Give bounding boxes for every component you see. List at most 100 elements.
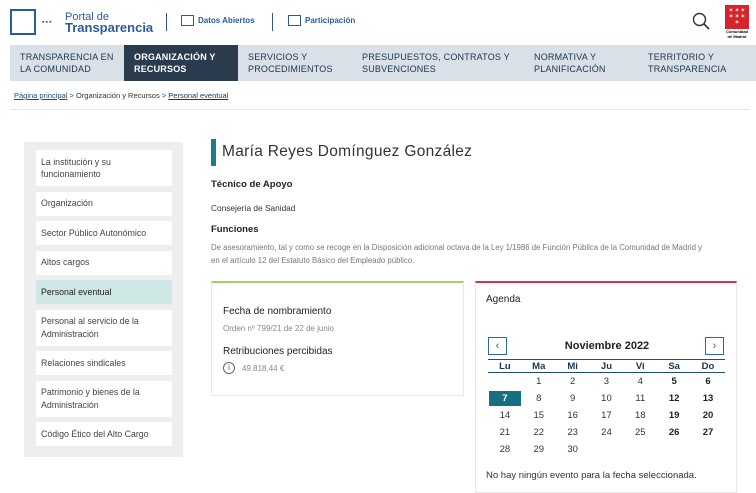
calendar-day[interactable]: 9: [556, 390, 590, 407]
calendar-day[interactable]: 18: [623, 407, 657, 424]
appointment-card: Fecha de nombramiento Orden nº 799/21 de…: [211, 281, 464, 396]
calendar-weekday: Sa: [668, 361, 680, 372]
calendar-day[interactable]: 8: [522, 390, 556, 407]
calendar-day[interactable]: 30: [556, 441, 590, 458]
calendar-weekday: Ma: [532, 361, 546, 372]
calendar-day[interactable]: 4: [623, 373, 657, 390]
calendar-day[interactable]: 12: [657, 390, 691, 407]
sidebar: La institución y su funcionamiento Organ…: [24, 142, 183, 457]
calendar-day[interactable]: 7: [489, 391, 521, 406]
portal-title[interactable]: Transparencia: [65, 20, 153, 35]
calendar-day[interactable]: 1: [522, 373, 556, 390]
breadcrumb: Página principal > Organización y Recurs…: [14, 91, 228, 100]
chat-icon: [288, 15, 301, 26]
sidebar-item-relaciones-sindicales[interactable]: Relaciones sindicales: [36, 351, 172, 375]
sidebar-item-altos-cargos[interactable]: Altos cargos: [36, 250, 172, 275]
agenda-card: Agenda ‹ Noviembre 2022 › Lu Ma Mi Ju Vi Sa Do…: [475, 281, 737, 493]
department-text: Consejería de Sanidad: [211, 203, 296, 213]
retribuciones-heading: Retribuciones percibidas: [223, 346, 333, 357]
calendar-day[interactable]: 10: [590, 390, 624, 407]
calendar-day[interactable]: 11: [623, 390, 657, 407]
sidebar-item-personal-servicio[interactable]: Personal al servicio de la Administració…: [36, 309, 172, 346]
agenda-heading: Agenda: [486, 294, 521, 305]
comunidad-madrid-logo[interactable]: ✶ ✶ ✶ ✶ ✶ ✶ ✶ Comunidad de Madrid: [724, 5, 750, 40]
sidebar-item-personal-eventual[interactable]: Personal eventual: [36, 280, 172, 304]
participacion-label: Participación: [305, 16, 356, 25]
no-events-message: No hay ningún evento para la fecha selec…: [486, 470, 697, 481]
breadcrumb-middle[interactable]: Organización y Recursos: [76, 91, 160, 100]
role-heading: Técnico de Apoyo: [211, 179, 293, 190]
calendar-day[interactable]: 2: [556, 373, 590, 390]
nav-territorio[interactable]: TERRITORIO Y TRANSPARENCIA: [638, 45, 756, 81]
calendar-day[interactable]: 28: [488, 441, 522, 458]
calendar-empty-cell: [657, 441, 691, 458]
calendar-day[interactable]: 29: [522, 441, 556, 458]
retribuciones-value: 49.818,44 €: [242, 364, 285, 373]
breadcrumb-sep: >: [159, 91, 169, 100]
top-header: ▪▪▪ Portal de Transparencia Datos Abiert…: [0, 0, 756, 45]
calendar-weekday: Lu: [499, 361, 511, 372]
calendar-day[interactable]: 16: [556, 407, 590, 424]
calendar-day[interactable]: 13: [691, 390, 725, 407]
calendar-week-row: 14 15 16 17 18 19 20: [488, 407, 725, 424]
title-accent-bar: [211, 139, 216, 166]
calendar-next-button[interactable]: ›: [705, 337, 724, 355]
functions-text: De asesoramiento, tal y como se recoge e…: [211, 243, 703, 265]
sidebar-item-codigo-etico[interactable]: Código Ético del Alto Cargo: [36, 422, 172, 446]
fecha-heading: Fecha de nombramiento: [223, 306, 332, 317]
calendar-day[interactable]: 20: [691, 407, 725, 424]
calendar-day[interactable]: 6: [691, 373, 725, 390]
nav-transparencia[interactable]: TRANSPARENCIA EN LA COMUNIDAD: [10, 45, 124, 81]
calendar-day[interactable]: 25: [623, 424, 657, 441]
calendar-day[interactable]: 24: [590, 424, 624, 441]
calendar-empty-cell: [590, 441, 624, 458]
calendar-day[interactable]: 14: [488, 407, 522, 424]
calendar-day[interactable]: 27: [691, 424, 725, 441]
divider: [10, 109, 750, 110]
functions-heading: Funciones: [211, 224, 259, 235]
calendar-day[interactable]: 21: [488, 424, 522, 441]
portal-logo-icon[interactable]: [10, 9, 36, 35]
calendar-day[interactable]: 26: [657, 424, 691, 441]
search-icon[interactable]: [692, 12, 710, 30]
fecha-value: Orden nº 799/21 de 22 de junio: [223, 324, 335, 333]
calendar-week-row: 7 8 9 10 11 12 13: [488, 390, 725, 407]
calendar-day[interactable]: 17: [590, 407, 624, 424]
calendar-day[interactable]: 3: [590, 373, 624, 390]
calendar-empty-cell: [623, 441, 657, 458]
header-separator: [166, 13, 167, 31]
calendar-empty-cell: [691, 441, 725, 458]
main-nav: TRANSPARENCIA EN LA COMUNIDAD ORGANIZACI…: [10, 45, 756, 81]
breadcrumb-home[interactable]: Página principal: [14, 91, 67, 100]
calendar-week-row: 123456: [488, 373, 725, 390]
calendar-weekday-row: Lu Ma Mi Ju Vi Sa Do: [488, 359, 725, 373]
calendar-day[interactable]: 22: [522, 424, 556, 441]
datos-abiertos-link[interactable]: Datos Abiertos: [181, 15, 255, 26]
calendar-prev-button[interactable]: ‹: [488, 337, 507, 355]
breadcrumb-current[interactable]: Personal eventual: [168, 91, 228, 100]
nav-servicios[interactable]: SERVICIOS Y PROCEDIMIENTOS: [238, 45, 352, 81]
breadcrumb-sep: >: [67, 91, 76, 100]
chart-icon: [181, 15, 194, 26]
sidebar-item-organizacion[interactable]: Organización: [36, 191, 172, 216]
header-separator: [272, 13, 273, 31]
nav-presupuestos[interactable]: PRESUPUESTOS, CONTRATOS Y SUBVENCIONES: [352, 45, 524, 81]
calendar-grid: Lu Ma Mi Ju Vi Sa Do 1 2 3 4 5 6 7 8 9 10 11 12 13 14 15 16 17 1…: [488, 359, 725, 458]
sidebar-item-institucion[interactable]: La institución y su funcionamiento: [36, 150, 172, 186]
calendar-day[interactable]: 19: [657, 407, 691, 424]
page-title: María Reyes Domínguez González: [222, 143, 473, 160]
calendar-month-title: Noviembre 2022: [564, 340, 650, 352]
calendar-day[interactable]: 15: [522, 407, 556, 424]
cm-label: Comunidad de Madrid: [726, 29, 748, 39]
participacion-link[interactable]: Participación: [288, 15, 355, 26]
calendar-weekday: Ju: [600, 361, 612, 372]
calendar-day[interactable]: 23: [556, 424, 590, 441]
calendar-day[interactable]: 5: [657, 373, 691, 390]
logo-dots-icon: ▪▪▪: [42, 19, 53, 26]
sidebar-item-patrimonio[interactable]: Patrimonio y bienes de la Administración: [36, 380, 172, 417]
calendar-weekday: Vi: [635, 361, 645, 372]
nav-organizacion[interactable]: ORGANIZACIÓN Y RECURSOS: [124, 45, 238, 81]
info-icon[interactable]: i: [223, 362, 235, 374]
nav-normativa[interactable]: NORMATIVA Y PLANIFICACIÓN: [524, 45, 638, 81]
sidebar-item-sector-publico[interactable]: Sector Público Autonómico: [36, 221, 172, 245]
